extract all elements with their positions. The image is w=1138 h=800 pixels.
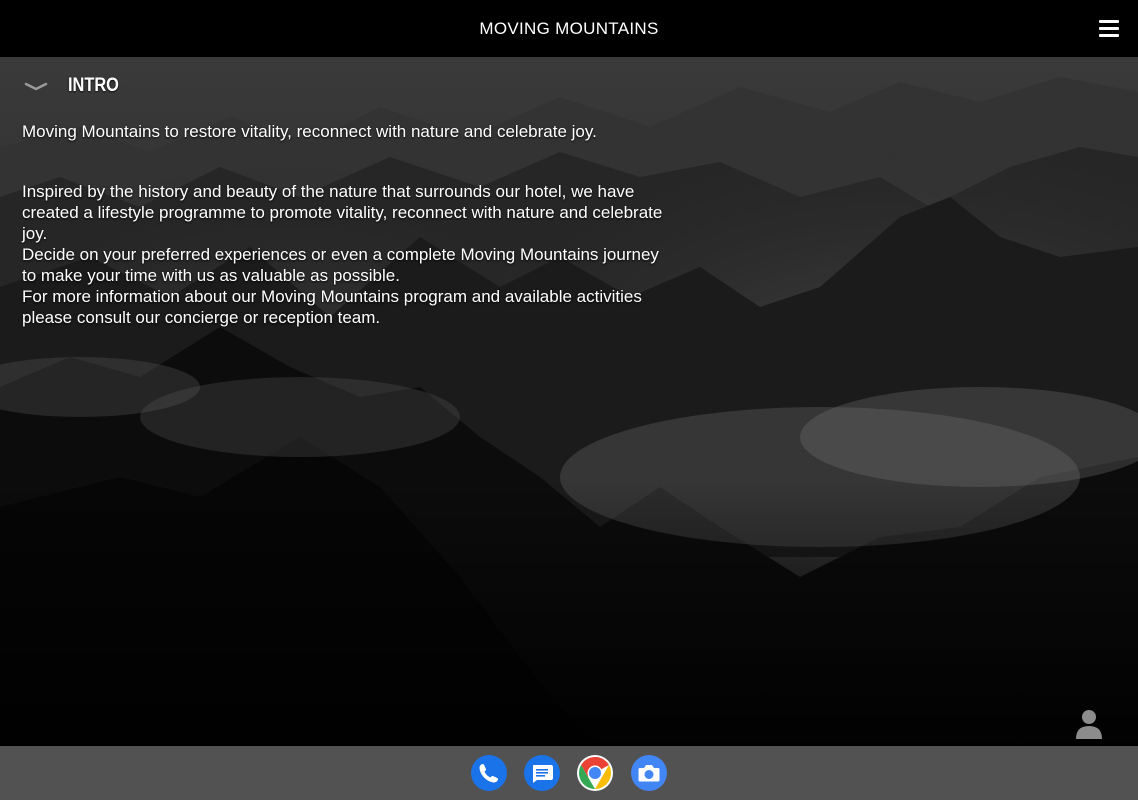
intro-lead-text: Moving Mountains to restore vitality, re… (22, 122, 597, 141)
intro-section-toggle[interactable]: INTRO (20, 71, 127, 101)
intro-paragraph: Decide on your preferred experiences or … (22, 245, 659, 285)
person-icon[interactable] (1073, 707, 1105, 741)
intro-content: Moving Mountains to restore vitality, re… (22, 121, 672, 328)
app-dock (0, 746, 1138, 800)
chrome-icon[interactable] (577, 755, 613, 791)
chevron-down-icon (20, 76, 54, 96)
app-screen: MOVING MOUNTAINS INTRO Moving Mountains … (0, 0, 1138, 800)
page-title: MOVING MOUNTAINS (479, 19, 659, 38)
intro-paragraph: For more information about our Moving Mo… (22, 287, 642, 327)
messages-icon[interactable] (524, 755, 560, 791)
top-app-bar: MOVING MOUNTAINS (0, 0, 1138, 57)
hamburger-menu-icon[interactable] (1096, 17, 1122, 41)
intro-paragraph: Inspired by the history and beauty of th… (22, 182, 663, 243)
camera-icon[interactable] (631, 755, 667, 791)
section-title: INTRO (68, 75, 119, 96)
phone-icon[interactable] (471, 755, 507, 791)
